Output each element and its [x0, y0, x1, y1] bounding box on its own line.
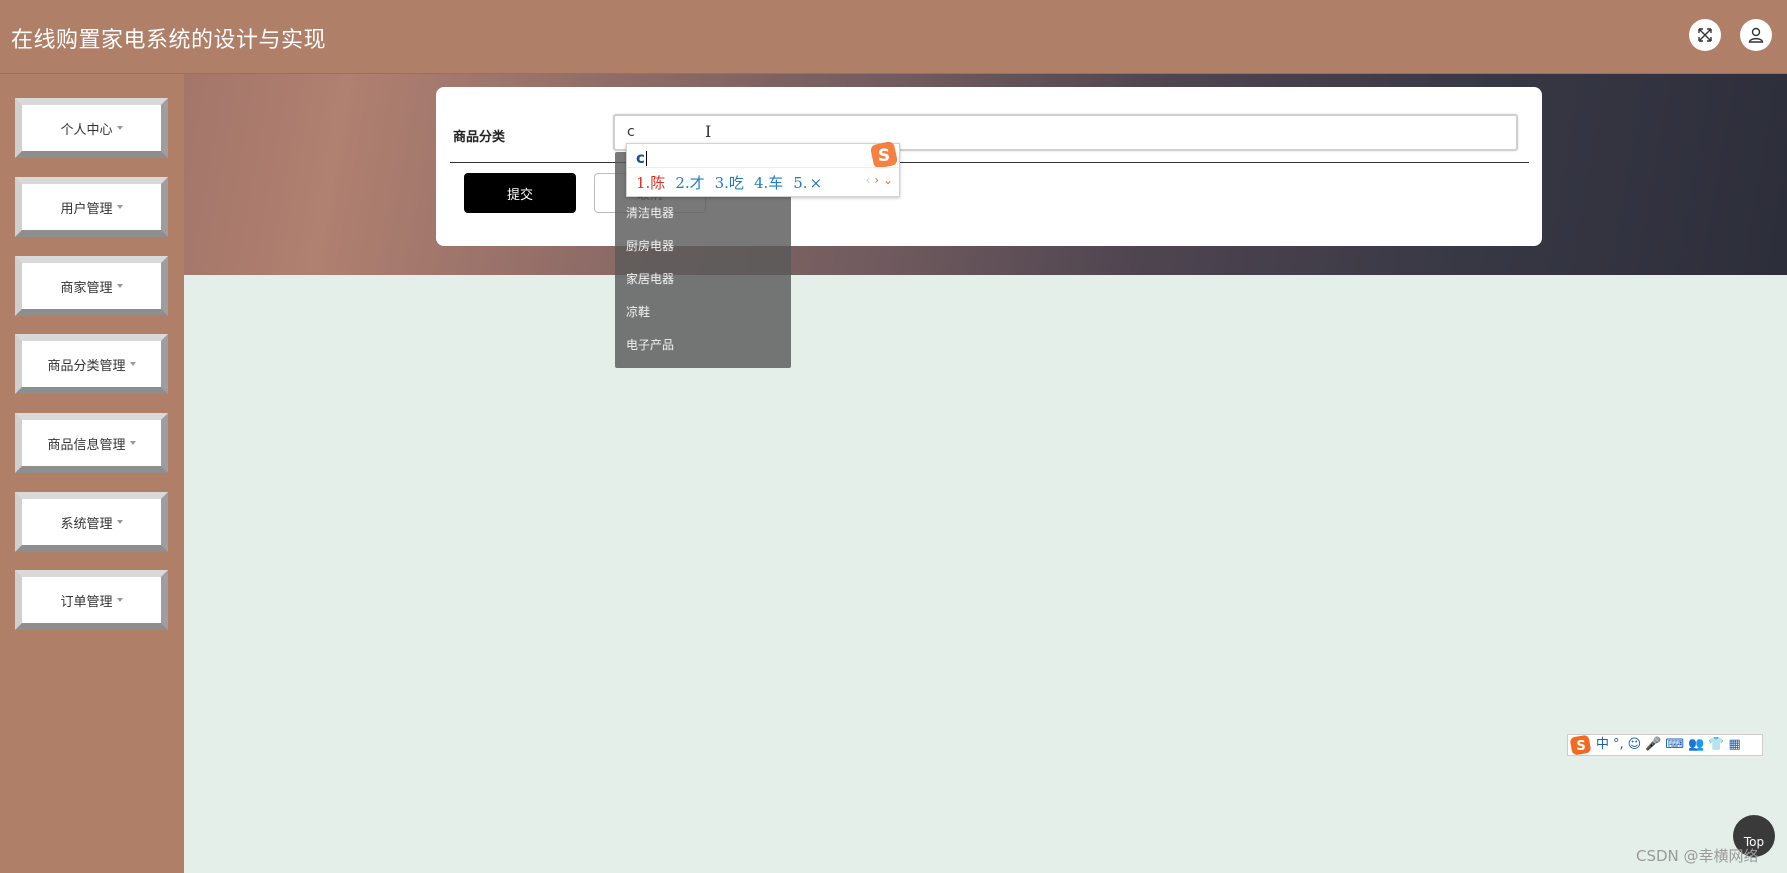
- chevron-right-icon[interactable]: ›: [874, 173, 879, 187]
- sidebar-item-label: 订单管理: [60, 594, 113, 610]
- sidebar-item-label: 商品分类管理: [47, 358, 126, 374]
- ime-navigation: ‹ › ⌄: [866, 173, 893, 187]
- ime-typed-text: c: [636, 149, 645, 167]
- user-avatar-icon: [1748, 27, 1764, 43]
- punctuation-icon[interactable]: °,: [1613, 735, 1624, 755]
- sogou-logo-icon: S: [871, 142, 897, 168]
- keyboard-icon[interactable]: ⌨: [1665, 735, 1684, 755]
- ime-composition: c: [636, 149, 647, 167]
- dropdown-option[interactable]: 电子产品: [626, 336, 674, 353]
- sidebar-item-merchant-management[interactable]: 商家管理: [15, 256, 168, 316]
- sogou-logo-letter: S: [878, 146, 890, 166]
- sidebar-item-label: 商品信息管理: [47, 437, 126, 453]
- sidebar-item-user-management[interactable]: 用户管理: [15, 177, 168, 237]
- fullscreen-button[interactable]: [1689, 19, 1721, 51]
- caret-down-icon: [129, 441, 136, 445]
- sidebar: 个人中心 用户管理 商家管理 商品分类管理 商品信息管理 系统管理 订单管理: [0, 74, 184, 873]
- ime-candidate[interactable]: 2.才: [675, 174, 704, 192]
- sidebar-item-label: 用户管理: [60, 201, 113, 217]
- users-icon[interactable]: 👥: [1688, 735, 1704, 755]
- sidebar-item-category-management[interactable]: 商品分类管理: [15, 334, 168, 394]
- sidebar-item-label: 系统管理: [60, 516, 113, 532]
- dropdown-option[interactable]: 厨房电器: [626, 237, 674, 254]
- caret-down-icon: [116, 284, 123, 288]
- text-cursor-icon: I: [705, 122, 712, 141]
- caret-down-icon: [116, 205, 123, 209]
- dropdown-option[interactable]: 清洁电器: [626, 204, 674, 221]
- emoji-icon[interactable]: ☺: [1628, 735, 1642, 755]
- expand-arrows-icon: [1698, 28, 1712, 42]
- caret-down-icon: [116, 520, 123, 524]
- chevron-left-icon[interactable]: ‹: [866, 173, 871, 187]
- caret-down-icon: [116, 126, 123, 130]
- top-header: 在线购置家电系统的设计与实现: [0, 0, 1787, 74]
- ime-candidate[interactable]: 1.陈: [636, 174, 665, 192]
- ime-candidate[interactable]: 4.车: [754, 174, 783, 192]
- sidebar-item-product-management[interactable]: 商品信息管理: [15, 413, 168, 473]
- user-menu-button[interactable]: [1740, 19, 1772, 51]
- app-title: 在线购置家电系统的设计与实现: [11, 28, 327, 53]
- caret-down-icon: [129, 362, 136, 366]
- text-caret: [645, 151, 647, 166]
- dropdown-option[interactable]: 凉鞋: [626, 303, 650, 320]
- sidebar-item-label: 商家管理: [60, 280, 113, 296]
- ime-candidate-window: c S 1.陈 2.才 3.吃 4.车 5. × ‹ › ⌄: [626, 142, 900, 197]
- toolbox-icon[interactable]: ▦: [1729, 735, 1741, 755]
- dropdown-option[interactable]: 家居电器: [626, 270, 674, 287]
- skin-icon[interactable]: 👕: [1708, 735, 1724, 755]
- ime-candidate[interactable]: 5.: [793, 174, 807, 192]
- category-form: 商品分类 c 提交 取消: [436, 87, 1542, 246]
- sidebar-item-label: 个人中心: [60, 122, 113, 138]
- ime-divider: [627, 167, 899, 168]
- chevron-down-icon[interactable]: ⌄: [883, 173, 893, 187]
- submit-button[interactable]: 提交: [464, 173, 576, 213]
- ime-candidates: 1.陈 2.才 3.吃 4.车 5. ×: [636, 172, 832, 193]
- ime-status-bar: S 中 °, ☺ 🎤 ⌨ 👥 👕 ▦: [1567, 734, 1763, 756]
- divider: [450, 162, 1529, 163]
- ime-candidate[interactable]: 3.吃: [715, 174, 744, 192]
- sidebar-item-order-management[interactable]: 订单管理: [15, 570, 168, 630]
- watermark: CSDN @幸横网络: [1636, 847, 1759, 865]
- sidebar-item-personal-center[interactable]: 个人中心: [15, 98, 168, 158]
- sogou-logo-letter: S: [1576, 739, 1585, 754]
- sidebar-item-system-management[interactable]: 系统管理: [15, 492, 168, 552]
- microphone-icon[interactable]: 🎤: [1645, 735, 1661, 755]
- sogou-logo-icon[interactable]: S: [1570, 735, 1592, 755]
- category-field-label: 商品分类: [453, 130, 506, 145]
- ime-candidate[interactable]: ×: [810, 174, 823, 192]
- caret-down-icon: [116, 598, 123, 602]
- chinese-mode-icon[interactable]: 中: [1596, 735, 1609, 755]
